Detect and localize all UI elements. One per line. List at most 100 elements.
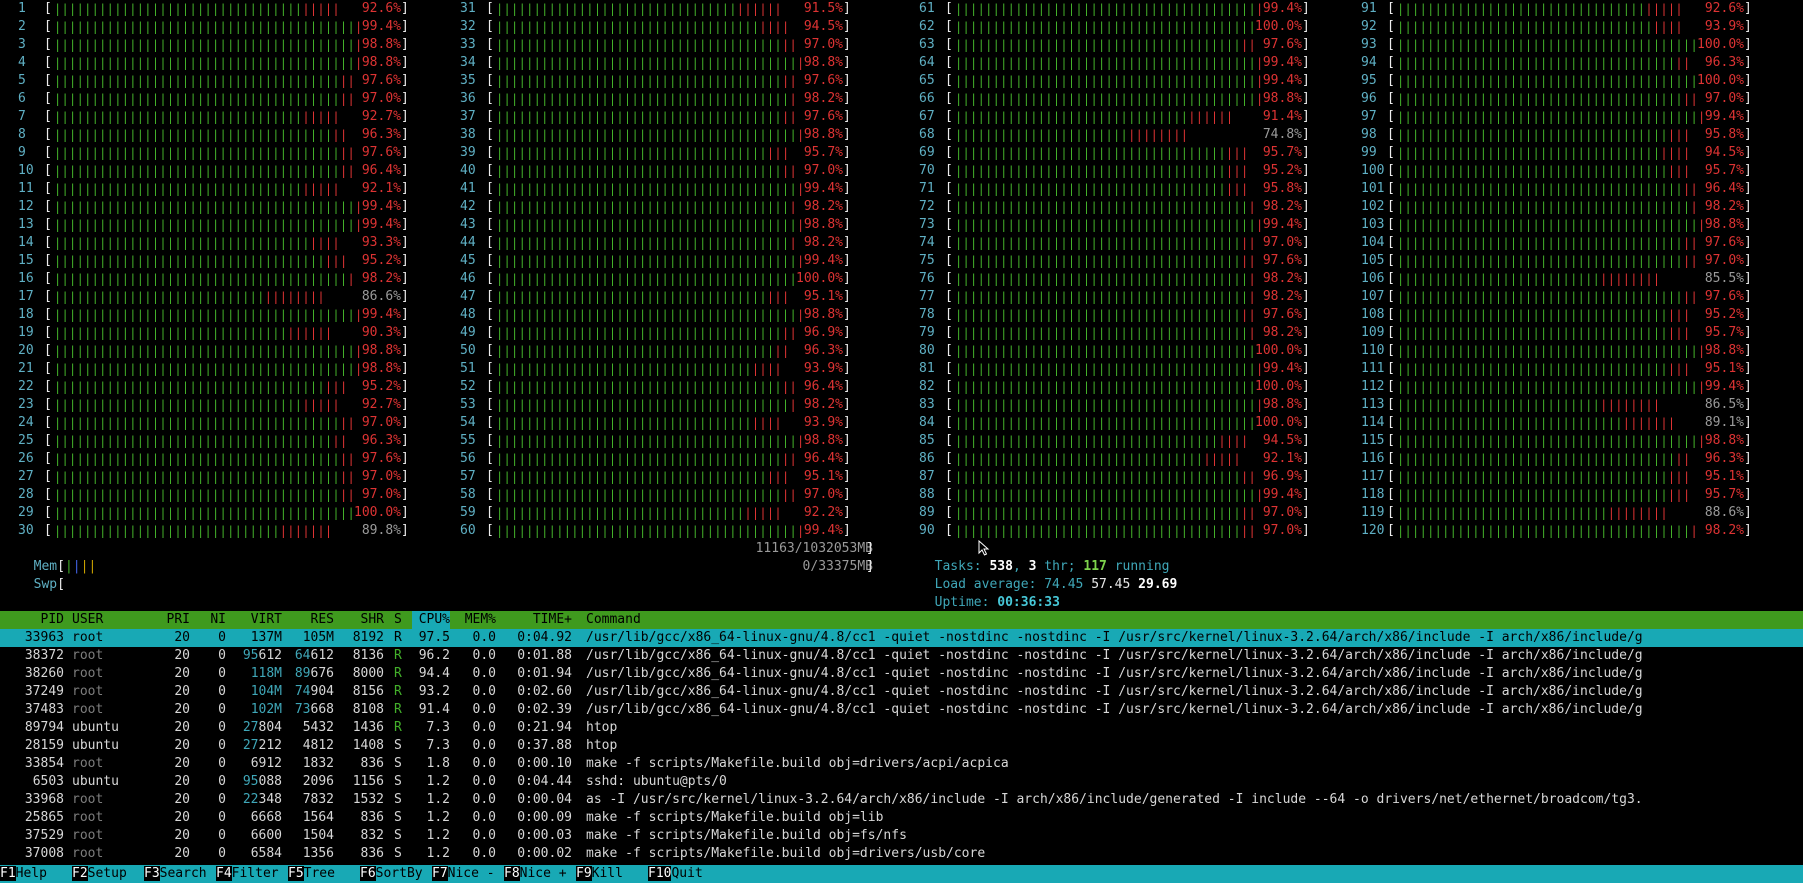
cpu-bracket-close: ] [843,271,851,286]
cpu-bracket-open: [ [44,451,52,466]
column-header-user[interactable]: USER [72,611,152,629]
process-virt: 6600 [250,828,282,843]
column-header-ni[interactable]: NI [192,611,226,629]
cpu-bracket-close: ] [1744,127,1752,142]
cpu-bracket-open: [ [945,217,953,232]
function-key-nice[interactable]: F8Nice + [504,865,567,883]
cpu-usage-bar: |||||||||||||||||||||||||||||||||||||||| [955,272,1256,286]
column-header-cpu[interactable]: CPU% [412,611,450,629]
process-s: R [394,648,402,663]
cpu-id: 12 [18,199,34,214]
cpu-id: 101 [1361,181,1385,196]
cpu-percent: 91.5% [803,1,843,16]
process-mem: 0.0 [472,630,496,645]
process-mem: 0.0 [472,666,496,681]
process-ni: 0 [218,774,226,789]
cpu-percent: 92.7% [361,397,401,412]
function-key-action: Kill [591,866,623,881]
process-res: 4812 [302,738,334,753]
function-key-nice[interactable]: F7Nice - [432,865,495,883]
function-key-help[interactable]: F1Help [0,865,47,883]
process-row[interactable]: 33963 root 20 0 137M 105M 8192 R 97.5 0.0 0:04.92 /… [0,629,1803,647]
cpu-usage-bar: |||||||||||||||||||||||||||||||||||||||| [496,74,797,88]
function-key-filter[interactable]: F4Filter [216,865,279,883]
cpu-bracket-close: ] [401,379,409,394]
process-row[interactable]: 37249 root 20 0 104M 74904 8156 R 93.2 0.0 0:02.60… [0,683,1803,701]
process-ni: 0 [218,648,226,663]
cpu-usage-bar: ||||||||||||||||||||||||||||||||||||||| [496,290,790,304]
cpu-id: 114 [1361,415,1385,430]
tasks-line: Tasks: 538, 3 thr; 117 running [919,540,1170,574]
column-header-time[interactable]: TIME+ [500,611,572,629]
cpu-bracket-open: [ [44,181,52,196]
process-s: S [394,774,402,789]
cpu-usage-bar: ||||||||||||||||||||||||||||||||||||||||… [54,344,362,358]
column-header-virt[interactable]: VIRT [228,611,282,629]
cpu-bracket-open: [ [486,505,494,520]
cpu-bracket-open: [ [945,379,953,394]
process-row[interactable]: 38260 root 20 0 118M 89676 8000 R 94.4 0.0 0:01.94… [0,665,1803,683]
cpu-bracket-close: ] [843,91,851,106]
process-row[interactable]: 33854 root 20 0 6912 1832 836 S 1.8 0.0 0:00.10 mak… [0,755,1803,773]
process-row[interactable]: 38372 root 20 0 95612 64612 8136 R 96.2 0.0 0:01.8… [0,647,1803,665]
cpu-percent: 97.0% [803,487,843,502]
cpu-id: 7 [18,109,26,124]
cpu-id: 13 [18,217,34,232]
function-key-quit[interactable]: F10Quit [648,865,703,883]
column-header-pri[interactable]: PRI [150,611,190,629]
process-row[interactable]: 6503 ubuntu 20 0 95088 2096 1156 S 1.2 0.0 0:04.44… [0,773,1803,791]
function-key-setup[interactable]: F2Setup [72,865,127,883]
column-header-pid[interactable]: PID [6,611,64,629]
function-key-search[interactable]: F3Search [144,865,207,883]
cpu-bracket-close: ] [843,433,851,448]
function-key-kill[interactable]: F9Kill [576,865,623,883]
cpu-usage-bar: |||||||||||||||||||||||||||||||||||||||| [496,164,797,178]
column-header-res[interactable]: RES [284,611,334,629]
cpu-id: 95 [1361,73,1377,88]
process-s: S [394,828,402,843]
cpu-bracket-close: ] [401,163,409,178]
process-row[interactable]: 37008 root 20 0 6584 1356 836 S 1.2 0.0 0:00.02 mak… [0,845,1803,863]
function-key-action: SortBy [375,866,423,881]
column-header-shr[interactable]: SHR [336,611,384,629]
process-shr: 836 [360,810,384,825]
cpu-id: 34 [460,55,476,70]
cpu-bracket-open: [ [945,451,953,466]
cpu-usage-bar: ||||||||||||||||||||||||||||||||||| [1397,272,1661,286]
swap-meter: Swp[ [33,577,65,592]
function-key-label: F8 [504,866,520,881]
function-key-sortby[interactable]: F6SortBy [360,865,423,883]
process-row[interactable]: 25865 root 20 0 6668 1564 836 S 1.2 0.0 0:00.09 mak… [0,809,1803,827]
cpu-bracket-close: ] [1302,127,1310,142]
process-row[interactable]: 37483 root 20 0 102M 73668 8108 R 91.4 0.0 0:02.39… [0,701,1803,719]
cpu-bracket-open: [ [486,145,494,160]
cpu-bracket-open: [ [945,487,953,502]
column-header-mem[interactable]: MEM% [458,611,496,629]
cpu-bracket-close: ] [401,271,409,286]
process-row[interactable]: 37529 root 20 0 6600 1504 832 S 1.2 0.0 0:00.03 mak… [0,827,1803,845]
column-header-cmd[interactable]: Command [586,611,1803,629]
column-header-s[interactable]: S [394,611,406,629]
function-key-tree[interactable]: F5Tree [288,865,335,883]
cpu-percent: 89.8% [361,523,401,538]
process-s: S [394,792,402,807]
cpu-id: 44 [460,235,476,250]
cpu-id: 21 [18,361,34,376]
cpu-bracket-close: ] [1302,109,1310,124]
process-row[interactable]: 33968 root 20 0 22348 7832 1532 S 1.2 0.0 0:00.04 a… [0,791,1803,809]
cpu-bracket-close: ] [1302,361,1310,376]
cpu-id: 84 [919,415,935,430]
cpu-percent: 98.8% [803,433,843,448]
process-s: R [394,666,402,681]
cpu-id: 107 [1361,289,1385,304]
cpu-id: 32 [460,19,476,34]
process-row[interactable]: 89794 ubuntu 20 0 27804 5432 1436 R 7.3 0.0 0:21.9… [0,719,1803,737]
cpu-bracket-close: ] [1744,19,1752,34]
process-user: root [72,828,104,843]
process-pri: 20 [174,648,190,663]
cpu-id: 76 [919,271,935,286]
process-table-header[interactable]: PID USER PRI NI VIRT RES SHR S CPU% MEM% TIME+ Comm… [0,611,1803,629]
process-mem: 0.0 [472,828,496,843]
process-row[interactable]: 28159 ubuntu 20 0 27212 4812 1408 S 7.3 0.0 0:37.8… [0,737,1803,755]
load-15: 29.69 [1138,577,1178,592]
